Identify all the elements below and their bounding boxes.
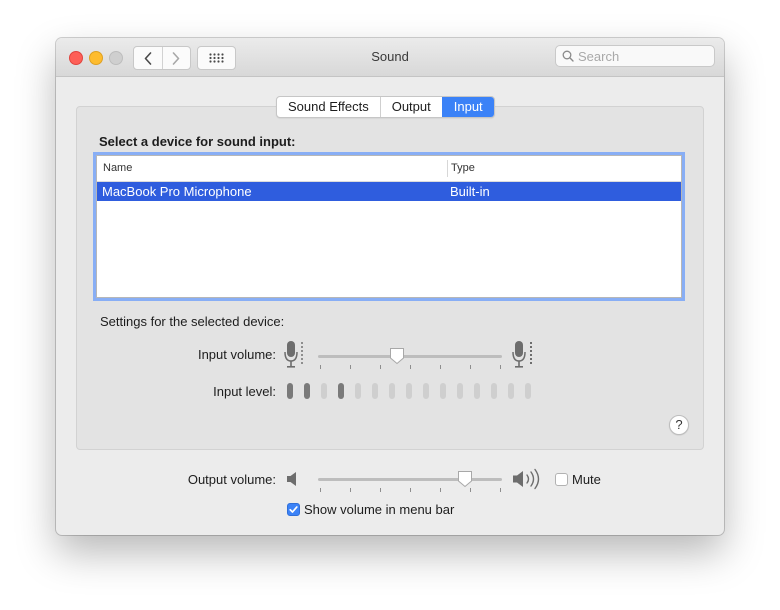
show-volume-menu-bar-label[interactable]: Show volume in menu bar: [304, 502, 454, 517]
input-level-segment: [423, 383, 429, 399]
mute-checkbox[interactable]: [555, 473, 568, 486]
slider-tick: [500, 488, 501, 492]
slider-tick: [470, 488, 471, 492]
tab-input[interactable]: Input: [441, 97, 494, 117]
slider-tick: [500, 365, 501, 369]
device-name-cell: MacBook Pro Microphone: [102, 184, 252, 199]
slider-tick: [320, 488, 321, 492]
show-volume-menu-bar-checkbox[interactable]: [287, 503, 300, 516]
tab-output[interactable]: Output: [379, 97, 442, 117]
input-volume-track[interactable]: [318, 355, 502, 358]
slider-tick: [350, 365, 351, 369]
input-level-segment: [304, 383, 310, 399]
input-level-segment: [287, 383, 293, 399]
input-level-segment: [508, 383, 514, 399]
input-level-segment: [406, 383, 412, 399]
slider-tick: [380, 365, 381, 369]
input-device-table[interactable]: Name Type MacBook Pro Microphone Built-i…: [96, 155, 682, 298]
speaker-low-icon: [287, 472, 296, 486]
search-field[interactable]: [555, 45, 715, 67]
device-type-cell: Built-in: [450, 184, 490, 199]
column-header-type[interactable]: Type: [451, 156, 475, 181]
slider-tick: [320, 365, 321, 369]
input-volume-slider-thumb[interactable]: [389, 347, 405, 365]
input-level-segment: [457, 383, 463, 399]
microphone-high-icon: [512, 341, 532, 368]
input-level-segment: [491, 383, 497, 399]
column-header-name[interactable]: Name: [103, 156, 132, 181]
input-level-segment: [525, 383, 531, 399]
input-volume-label: Input volume:: [197, 347, 276, 362]
output-volume-label: Output volume:: [187, 472, 276, 487]
output-volume-slider-thumb[interactable]: [457, 470, 473, 488]
checkmark-icon: [289, 506, 298, 513]
input-level-segment: [440, 383, 446, 399]
device-settings-label: Settings for the selected device:: [100, 314, 285, 329]
input-level-segment: [355, 383, 361, 399]
sound-preferences-window: Sound Sound Effects Output Input Select …: [56, 38, 724, 535]
slider-tick: [380, 488, 381, 492]
input-level-segment: [474, 383, 480, 399]
input-level-segment: [338, 383, 344, 399]
speaker-high-icon: [513, 468, 540, 490]
input-level-segment: [389, 383, 395, 399]
tab-bar: Sound Effects Output Input: [276, 96, 495, 118]
input-level-label: Input level:: [213, 384, 276, 399]
tab-sound-effects[interactable]: Sound Effects: [277, 97, 380, 117]
table-header: Name Type: [97, 156, 681, 182]
device-section-label: Select a device for sound input:: [99, 134, 296, 149]
input-level-segment: [321, 383, 327, 399]
column-divider: [447, 160, 448, 177]
table-row[interactable]: MacBook Pro Microphone Built-in: [97, 182, 681, 201]
slider-tick: [410, 488, 411, 492]
microphone-low-icon: [284, 341, 303, 368]
title-bar: Sound: [56, 38, 724, 77]
output-volume-track[interactable]: [318, 478, 502, 481]
slider-tick: [470, 365, 471, 369]
slider-tick: [440, 488, 441, 492]
search-input[interactable]: [578, 48, 708, 64]
search-icon: [562, 50, 574, 62]
help-button[interactable]: ?: [669, 415, 689, 435]
input-level-segment: [372, 383, 378, 399]
slider-tick: [350, 488, 351, 492]
slider-tick: [440, 365, 441, 369]
mute-label[interactable]: Mute: [572, 472, 601, 487]
slider-tick: [410, 365, 411, 369]
